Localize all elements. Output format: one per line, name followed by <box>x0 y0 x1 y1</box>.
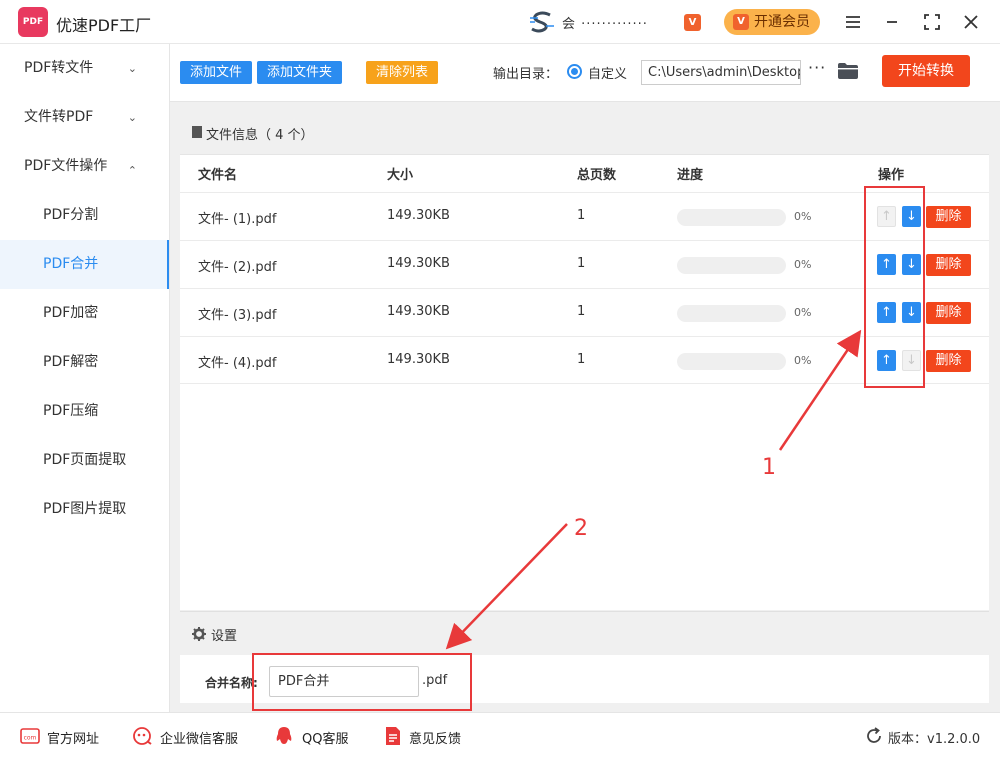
delete-button[interactable]: 删除 <box>926 302 971 324</box>
chevron-down-icon: ⌄ <box>127 62 137 75</box>
official-website-link[interactable]: 官方网址 <box>47 728 99 747</box>
col-header-pages: 总页数 <box>577 168 617 183</box>
add-file-button[interactable]: 添加文件 <box>180 61 252 84</box>
open-vip-button[interactable]: V 开通会员 <box>724 9 820 35</box>
chevron-up-icon: ⌃ <box>127 164 137 177</box>
col-header-size: 大小 <box>387 168 414 183</box>
clear-list-button[interactable]: 清除列表 <box>366 61 438 84</box>
qq-service-link[interactable]: QQ客服 <box>302 728 348 747</box>
version-label: 版本：v1.2.0.0 <box>888 732 981 747</box>
annotation-label-2: 2 <box>574 516 588 541</box>
app-logo-icon: PDF <box>18 7 48 37</box>
qq-icon <box>276 727 292 744</box>
refresh-icon[interactable] <box>864 726 884 746</box>
file-size: 149.30KB <box>387 208 450 223</box>
gear-icon <box>192 627 206 641</box>
maximize-icon[interactable] <box>920 10 944 34</box>
col-header-progress: 进度 <box>677 168 704 183</box>
delete-button[interactable]: 删除 <box>926 206 971 228</box>
sidebar-item-pdf-encrypt[interactable]: PDF加密 <box>0 289 169 338</box>
feedback-link[interactable]: 意见反馈 <box>409 728 461 747</box>
file-name: 文件- (3).pdf <box>198 308 277 323</box>
menu-icon[interactable] <box>841 10 865 34</box>
delete-button[interactable]: 删除 <box>926 350 971 372</box>
file-size: 149.30KB <box>387 352 450 367</box>
file-name: 文件- (4).pdf <box>198 356 277 371</box>
col-header-name: 文件名 <box>198 168 238 183</box>
sidebar: PDF转文件 ⌄ 文件转PDF ⌄ PDF文件操作 ⌃ PDF分割 PDF合并 … <box>0 44 170 712</box>
sidebar-item-pdf-compress[interactable]: PDF压缩 <box>0 387 169 436</box>
sidebar-group-pdf-operations[interactable]: PDF文件操作 ⌃ <box>0 142 169 191</box>
file-name: 文件- (2).pdf <box>198 260 277 275</box>
output-dir-label: 输出目录： <box>493 67 559 82</box>
file-pages: 1 <box>577 352 586 367</box>
folder-icon[interactable] <box>838 63 858 79</box>
output-path-input[interactable]: C:\Users\admin\Desktop <box>641 60 801 85</box>
file-pages: 1 <box>577 256 586 271</box>
progress-percent: 0% <box>794 258 812 271</box>
file-size: 149.30KB <box>387 256 450 271</box>
sidebar-item-pdf-image-extract[interactable]: PDF图片提取 <box>0 485 169 534</box>
progress-percent: 0% <box>794 354 812 367</box>
wechat-service-link[interactable]: 企业微信客服 <box>160 728 238 747</box>
add-folder-button[interactable]: 添加文件夹 <box>257 61 342 84</box>
sidebar-item-pdf-merge[interactable]: PDF合并 <box>0 240 169 289</box>
col-header-actions: 操作 <box>878 168 905 183</box>
file-count-label: 文件信息（ 4 个） <box>206 128 314 143</box>
website-icon-text: com <box>24 735 37 742</box>
title-bar: PDF 优速PDF工厂 会 ············· V V 开通会员 <box>0 0 1000 44</box>
delete-button[interactable]: 删除 <box>926 254 971 276</box>
minimize-icon[interactable] <box>880 10 904 34</box>
progress-bar <box>677 257 786 274</box>
sidebar-item-pdf-decrypt[interactable]: PDF解密 <box>0 338 169 387</box>
file-pages: 1 <box>577 304 586 319</box>
feedback-icon <box>386 727 400 745</box>
user-name[interactable]: 会 ············· <box>562 13 648 32</box>
open-vip-label: 开通会员 <box>754 14 810 30</box>
footer: com 官方网址 企业微信客服 QQ客服 意见反馈 版本：v1.2.0.0 <box>0 712 1000 760</box>
file-info-header: 文件信息（ 4 个） <box>180 110 989 155</box>
sidebar-item-pdf-page-extract[interactable]: PDF页面提取 <box>0 436 169 485</box>
toolbar: 添加文件 添加文件夹 清除列表 输出目录： 自定义 C:\Users\admin… <box>170 44 1000 102</box>
user-avatar-icon[interactable] <box>528 10 556 34</box>
annotation-box-sort-buttons <box>864 186 925 388</box>
start-convert-button[interactable]: 开始转换 <box>882 55 970 87</box>
file-pages: 1 <box>577 208 586 223</box>
document-icon <box>192 126 202 138</box>
vip-icon: V <box>733 14 749 30</box>
progress-bar <box>677 353 786 370</box>
progress-percent: 0% <box>794 210 812 223</box>
sidebar-group-file-to-pdf[interactable]: 文件转PDF ⌄ <box>0 93 169 142</box>
annotation-label-1: 1 <box>762 455 776 480</box>
app-title: 优速PDF工厂 <box>56 16 152 35</box>
chevron-down-icon: ⌄ <box>127 111 137 124</box>
progress-bar <box>677 209 786 226</box>
custom-dir-radio[interactable] <box>567 64 582 79</box>
sidebar-item-pdf-split[interactable]: PDF分割 <box>0 191 169 240</box>
annotation-box-merge-name <box>252 653 472 711</box>
wechat-service-icon <box>133 727 152 745</box>
sidebar-group-pdf-to-file[interactable]: PDF转文件 ⌄ <box>0 44 169 93</box>
settings-title: 设置 <box>211 629 238 644</box>
website-icon: com <box>20 728 40 744</box>
progress-bar <box>677 305 786 322</box>
progress-percent: 0% <box>794 306 812 319</box>
close-icon[interactable] <box>959 10 983 34</box>
more-options-icon[interactable]: ··· <box>808 58 826 77</box>
file-name: 文件- (1).pdf <box>198 212 277 227</box>
file-size: 149.30KB <box>387 304 450 319</box>
settings-header: 设置 <box>180 611 989 655</box>
vip-badge-icon: V <box>684 14 701 31</box>
merge-name-label: 合并名称: <box>205 676 258 690</box>
custom-dir-label: 自定义 <box>588 67 628 82</box>
